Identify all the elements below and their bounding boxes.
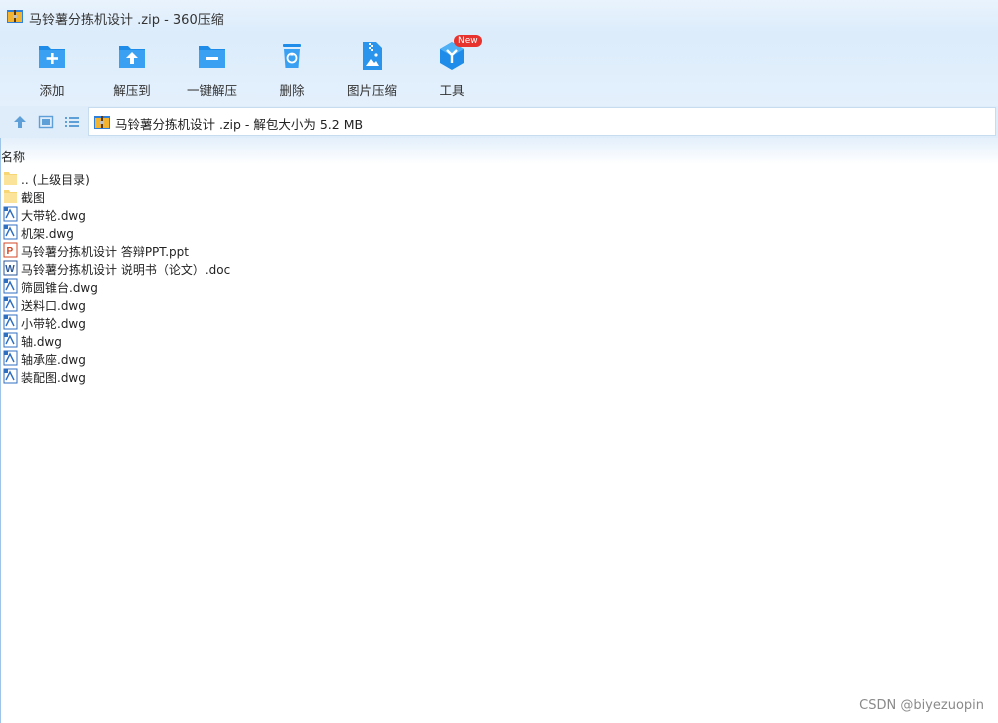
dwg-file-icon — [3, 296, 18, 312]
column-header-name[interactable]: 名称 — [1, 148, 25, 165]
delete-button[interactable]: 删除 — [252, 38, 332, 102]
image-compress-icon — [363, 42, 382, 70]
list-item-file[interactable]: 轴承座.dwg — [3, 349, 703, 367]
list-item-file[interactable]: 轴.dwg — [3, 331, 703, 349]
zip-archive-icon — [94, 116, 110, 129]
zip-archive-icon — [7, 10, 23, 23]
image-compress-button[interactable]: 图片压缩 — [332, 38, 412, 102]
one-click-extract-label: 一键解压 — [186, 83, 237, 98]
up-arrow-icon[interactable] — [12, 114, 28, 130]
folder-icon — [4, 172, 17, 185]
dwg-file-icon — [3, 332, 18, 348]
list-item-file[interactable]: W 马铃薯分拣机设计 说明书（论文）.doc — [3, 259, 703, 277]
list-item-file[interactable]: 大带轮.dwg — [3, 205, 703, 223]
file-name: 送料口.dwg — [21, 299, 86, 313]
file-name: 截图 — [21, 191, 46, 205]
archive-path: 马铃薯分拣机设计 .zip - 解包大小为 5.2 MB — [115, 117, 364, 132]
dwg-file-icon — [3, 278, 18, 294]
list-view-icon[interactable] — [64, 114, 80, 130]
file-name: 轴.dwg — [21, 335, 62, 349]
list-item-file[interactable]: 机架.dwg — [3, 223, 703, 241]
extract-to-button[interactable]: 解压到 — [92, 38, 172, 102]
window-title: 马铃薯分拣机设计 .zip - 360压缩 — [29, 13, 224, 28]
doc-file-icon: W — [3, 260, 18, 276]
file-list: .. (上级目录) 截图 大带轮.dwg 机架.dwg P 马铃薯分拣机设计 答… — [3, 169, 703, 385]
folder-icon — [4, 190, 17, 203]
list-item-file[interactable]: P 马铃薯分拣机设计 答辩PPT.ppt — [3, 241, 703, 259]
file-name: 马铃薯分拣机设计 答辩PPT.ppt — [21, 245, 189, 259]
file-name: 轴承座.dwg — [21, 353, 86, 367]
extract-to-icon — [119, 46, 145, 68]
address-bar: 马铃薯分拣机设计 .zip - 解包大小为 5.2 MB — [0, 106, 998, 138]
list-item-folder[interactable]: 截图 — [3, 187, 703, 205]
delete-label: 删除 — [279, 83, 305, 98]
list-item-file[interactable]: 小带轮.dwg — [3, 313, 703, 331]
dwg-file-icon — [3, 206, 18, 222]
file-name: 机架.dwg — [21, 227, 74, 241]
watermark-text: CSDN @biyezuopin — [859, 698, 984, 713]
tools-label: 工具 — [439, 83, 465, 98]
list-left-border — [0, 138, 1, 723]
main-toolbar: 添加 解压到 一键解压 删除 图片压缩 New 工具 — [0, 34, 998, 106]
file-name: 马铃薯分拣机设计 说明书（论文）.doc — [21, 263, 231, 277]
image-compress-label: 图片压缩 — [346, 83, 397, 98]
list-item-file[interactable]: 送料口.dwg — [3, 295, 703, 313]
list-item-file[interactable]: 装配图.dwg — [3, 367, 703, 385]
extract-to-label: 解压到 — [113, 83, 151, 98]
thumbnail-view-icon[interactable] — [38, 114, 54, 130]
title-bar: 马铃薯分拣机设计 .zip - 360压缩 — [0, 0, 998, 34]
add-label: 添加 — [39, 83, 65, 98]
file-name: .. (上级目录) — [21, 173, 90, 187]
list-item-parent-dir[interactable]: .. (上级目录) — [3, 169, 703, 187]
dwg-file-icon — [3, 350, 18, 366]
list-item-file[interactable]: 筛圆锥台.dwg — [3, 277, 703, 295]
dwg-file-icon — [3, 368, 18, 384]
new-badge: New — [454, 35, 482, 47]
svg-text:P: P — [7, 246, 14, 257]
add-button[interactable]: 添加 — [12, 38, 92, 102]
file-name: 装配图.dwg — [21, 371, 86, 385]
file-name: 筛圆锥台.dwg — [21, 281, 98, 295]
dwg-file-icon — [3, 224, 18, 240]
one-click-extract-icon — [199, 46, 225, 68]
one-click-extract-button[interactable]: 一键解压 — [172, 38, 252, 102]
svg-text:W: W — [5, 264, 15, 275]
ppt-file-icon: P — [3, 242, 18, 258]
address-field[interactable]: 马铃薯分拣机设计 .zip - 解包大小为 5.2 MB — [88, 107, 996, 136]
dwg-file-icon — [3, 314, 18, 330]
file-name: 大带轮.dwg — [21, 209, 86, 223]
tools-button[interactable]: New 工具 — [412, 35, 492, 102]
add-folder-icon — [39, 46, 65, 68]
trash-icon — [283, 44, 301, 68]
header-divider — [0, 138, 998, 164]
file-name: 小带轮.dwg — [21, 317, 86, 331]
